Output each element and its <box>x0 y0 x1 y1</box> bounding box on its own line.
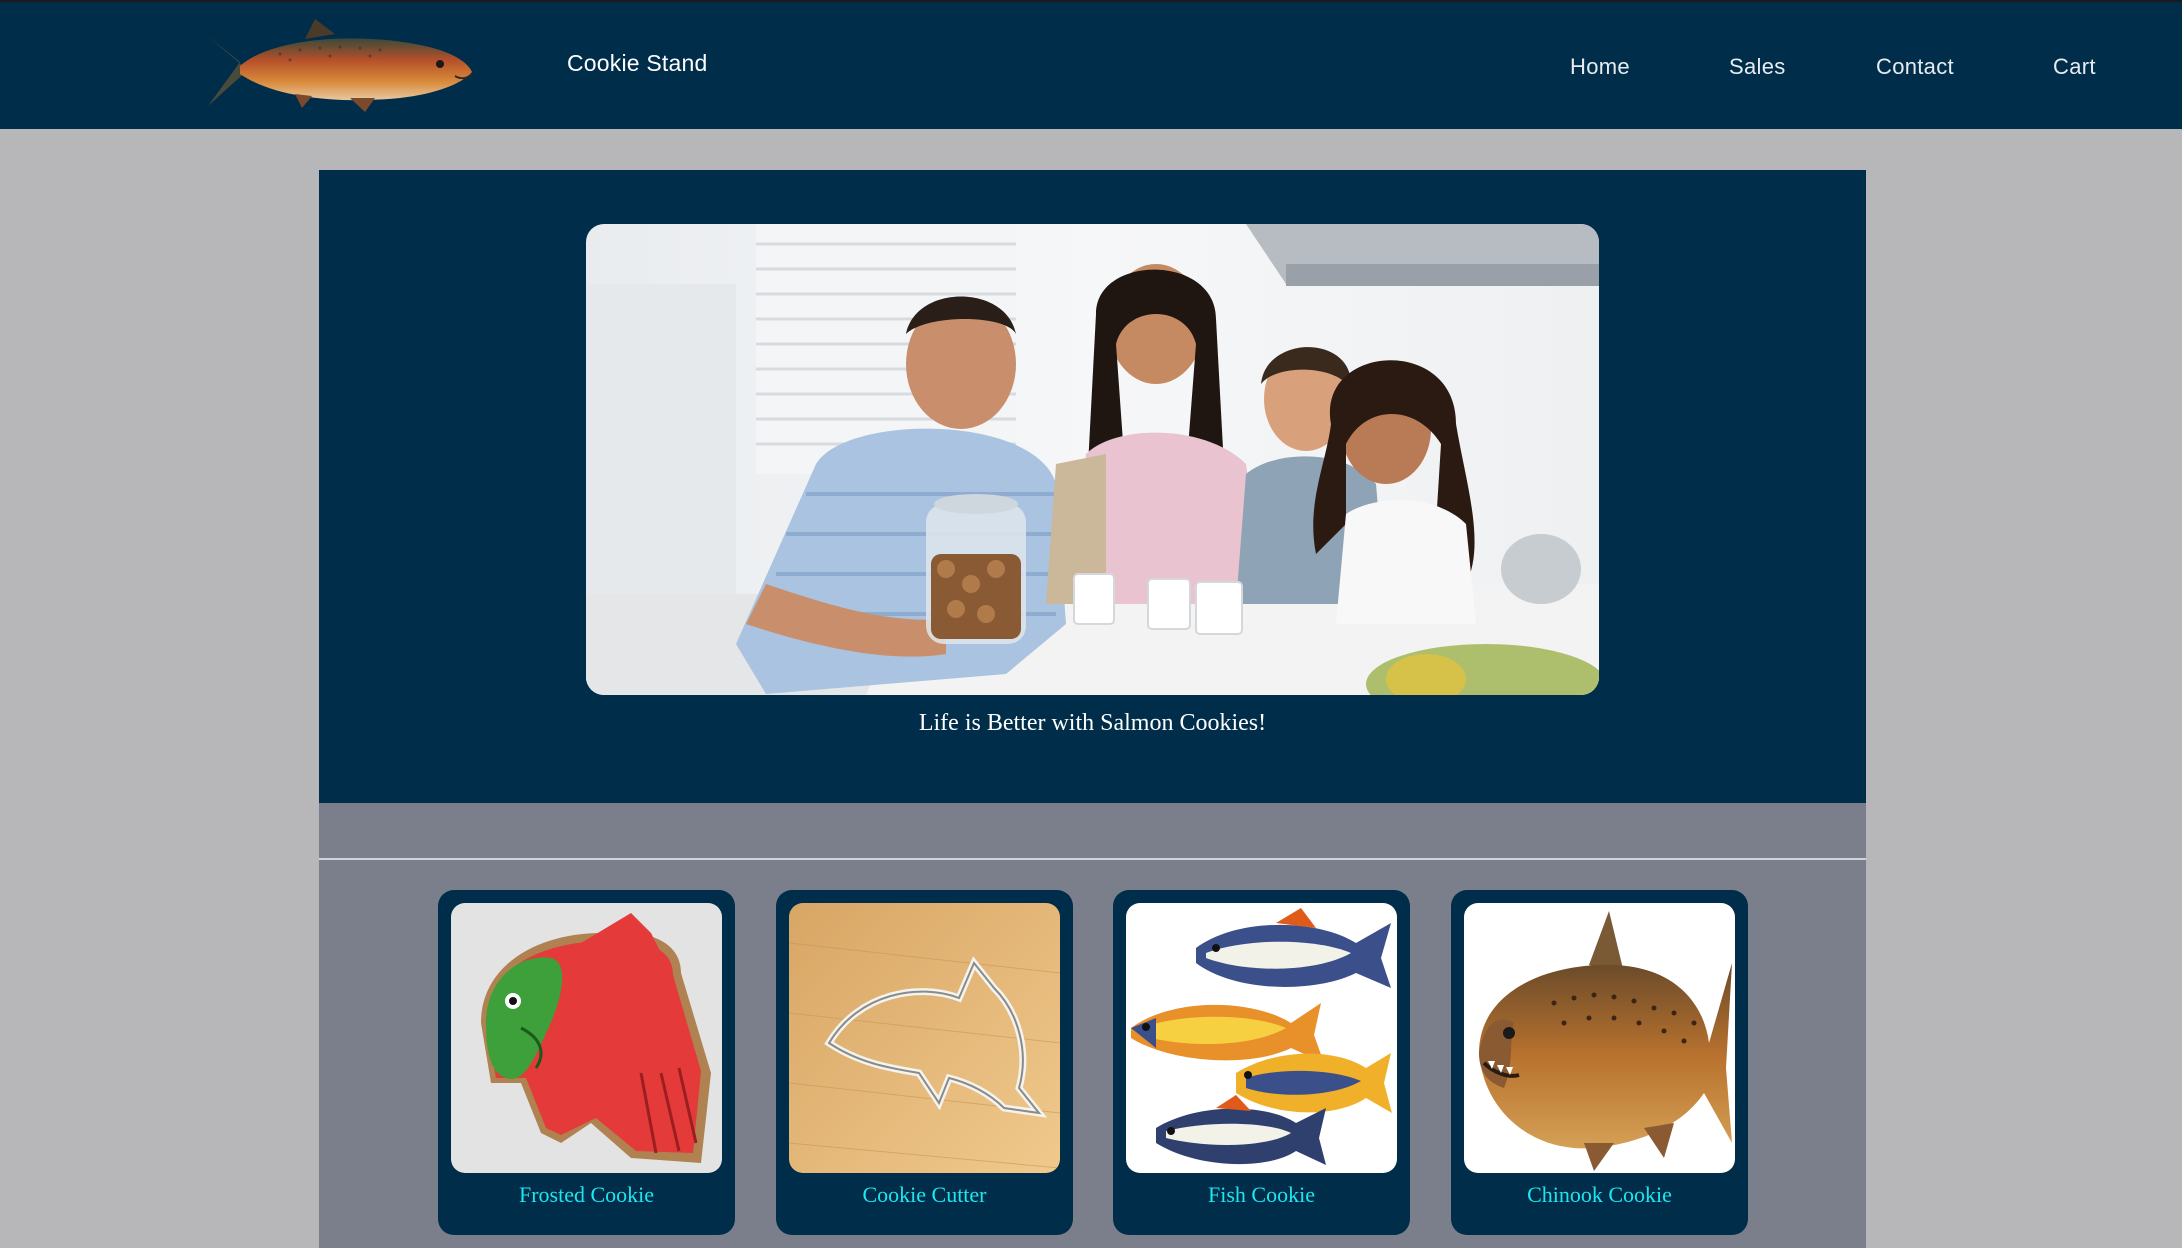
cookie-cutter-image[interactable] <box>789 903 1060 1173</box>
product-label[interactable]: Fish Cookie <box>1113 1182 1410 1208</box>
nav-sales[interactable]: Sales <box>1729 54 1786 80</box>
nav-contact[interactable]: Contact <box>1876 54 1954 80</box>
nav-cart[interactable]: Cart <box>2053 54 2096 80</box>
main-content: Life is Better with Salmon Cookies! Fros… <box>319 170 1866 1248</box>
product-card-chinook-cookie[interactable]: Chinook Cookie <box>1451 890 1748 1235</box>
product-label[interactable]: Chinook Cookie <box>1451 1182 1748 1208</box>
site-title[interactable]: Cookie Stand <box>567 50 708 77</box>
product-label[interactable]: Cookie Cutter <box>776 1182 1073 1208</box>
hero-image <box>586 224 1599 695</box>
fish-cookie-image[interactable] <box>1126 903 1397 1173</box>
frosted-cookie-image[interactable] <box>451 903 722 1173</box>
product-card-frosted-cookie[interactable]: Frosted Cookie <box>438 890 735 1235</box>
salmon-logo-icon[interactable] <box>200 14 480 118</box>
hero-section: Life is Better with Salmon Cookies! <box>319 170 1866 803</box>
product-label[interactable]: Frosted Cookie <box>438 1182 735 1208</box>
product-card-fish-cookie[interactable]: Fish Cookie <box>1113 890 1410 1235</box>
nav-home[interactable]: Home <box>1570 54 1630 80</box>
hero-tagline: Life is Better with Salmon Cookies! <box>918 710 1267 736</box>
product-card-cookie-cutter[interactable]: Cookie Cutter <box>776 890 1073 1235</box>
chinook-cookie-image[interactable] <box>1464 903 1735 1173</box>
site-header: Cookie Stand Home Sales Contact Cart <box>0 0 2182 129</box>
section-divider <box>319 858 1866 860</box>
